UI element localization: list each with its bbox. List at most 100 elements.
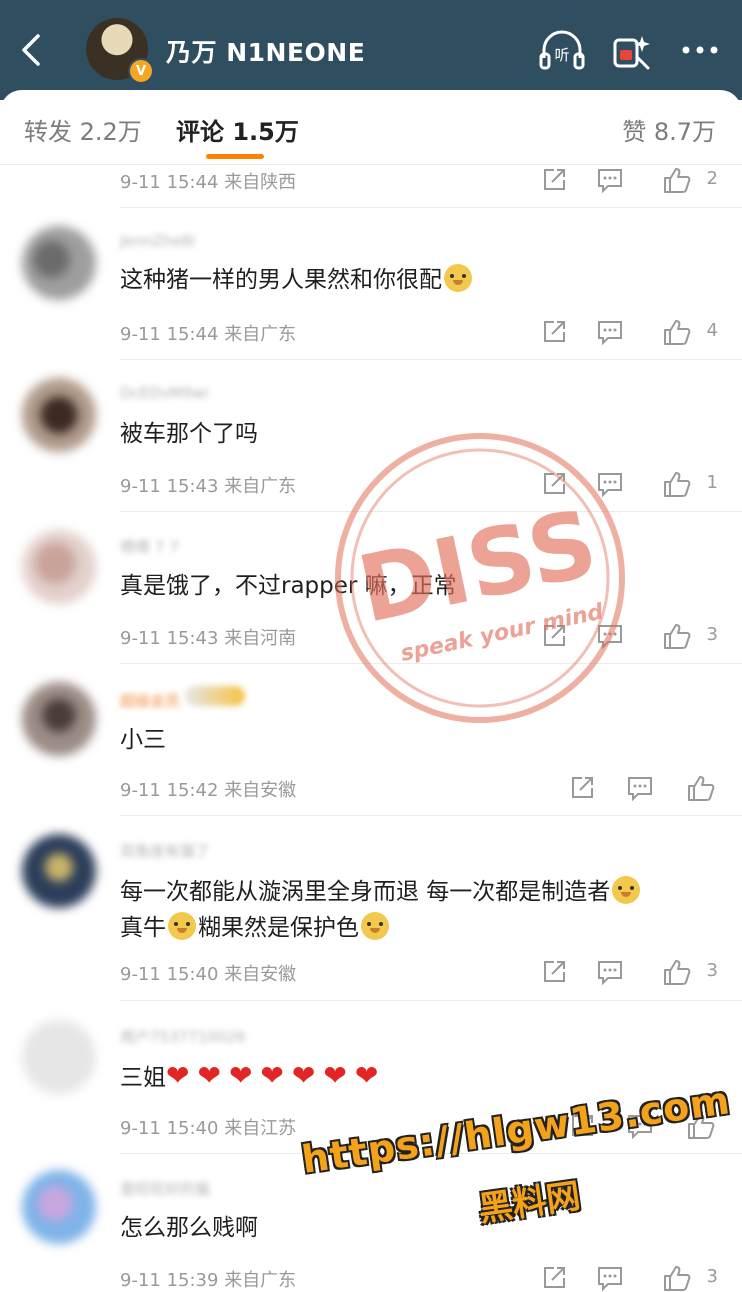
- listen-button[interactable]: 听: [538, 28, 586, 72]
- comment-time: 9-11 15:43: [120, 628, 219, 649]
- comment-text-content: 每一次都能从漩涡里全身而退 每一次都是制造者: [120, 879, 611, 905]
- comment-time: 9-11 15:40: [120, 1118, 219, 1139]
- comment-location: 来自江苏: [224, 1118, 297, 1139]
- verified-badge: V: [128, 58, 154, 84]
- avatar[interactable]: [22, 834, 96, 908]
- comment-location: 来自广东: [224, 476, 297, 497]
- comment-location: 来自陕西: [224, 172, 297, 193]
- comment-username[interactable]: 用户7537710026: [120, 1026, 245, 1047]
- comment-icon[interactable]: [596, 958, 624, 986]
- comment-actions: 2: [518, 166, 718, 194]
- share-icon[interactable]: [540, 166, 568, 194]
- doge-emoji-icon: [612, 876, 641, 904]
- comment-time: 9-11 15:44: [120, 172, 219, 193]
- share-icon[interactable]: [540, 1264, 568, 1292]
- profile-avatar[interactable]: V: [86, 18, 154, 84]
- comment-icon[interactable]: [596, 622, 624, 650]
- share-card-button[interactable]: [610, 28, 658, 72]
- doge-emoji-icon: [168, 912, 196, 940]
- heart-emoji-icon: ❤: [354, 1059, 379, 1092]
- avatar[interactable]: [22, 226, 96, 300]
- comment-username[interactable]: 是旺旺好的猫: [120, 1178, 210, 1199]
- comment-actions: 3: [518, 622, 718, 650]
- tab-comments[interactable]: 评论 1.5万: [176, 112, 299, 147]
- avatar[interactable]: [22, 682, 96, 756]
- comment-location: 来自安徽: [224, 780, 297, 801]
- avatar[interactable]: [22, 530, 96, 604]
- more-dots-icon: [682, 46, 718, 54]
- comment-actions: 3: [518, 958, 718, 986]
- comment-icon[interactable]: [626, 774, 654, 802]
- comment-icon[interactable]: [596, 318, 624, 346]
- share-icon[interactable]: [568, 774, 596, 802]
- divider: [120, 663, 742, 664]
- comment-meta: 9-11 15:44 来自陕西: [120, 168, 296, 194]
- divider: [120, 511, 742, 512]
- heart-emoji-icon: ❤: [228, 1059, 253, 1092]
- thumbs-up-icon[interactable]: [662, 622, 692, 650]
- doge-emoji-icon: [361, 912, 389, 940]
- like-count: 3: [706, 1266, 718, 1287]
- thumbs-up-icon[interactable]: [662, 958, 692, 986]
- heart-emoji-icon: ❤: [166, 1059, 190, 1092]
- share-icon[interactable]: [540, 470, 568, 498]
- comment-text-line: 每一次都能从漩涡里全身而退 每一次都是制造者: [120, 874, 720, 910]
- thumbs-up-icon[interactable]: [662, 1264, 692, 1292]
- thumbs-up-icon[interactable]: [662, 166, 692, 194]
- comment-actions: 4: [518, 318, 718, 346]
- comment-time: 9-11 15:42: [120, 780, 219, 801]
- comment-meta: 9-11 15:42 来自安徽: [120, 776, 296, 802]
- share-icon[interactable]: [540, 318, 568, 346]
- like-count: 4: [706, 320, 718, 341]
- comment-meta: 9-11 15:43 来自广东: [120, 472, 296, 498]
- comment-actions: 3: [518, 1264, 718, 1292]
- comment-text: 怎么那么贱啊: [120, 1215, 258, 1241]
- comment-username-text[interactable]: 超级会员: [120, 692, 180, 710]
- comment-actions: [536, 774, 716, 802]
- comment-username[interactable]: DcEDvM9wi: [120, 384, 209, 402]
- comment-text-content: 这种猪一样的男人果然和你很配: [120, 267, 442, 293]
- comment-text: 这种猪一样的男人果然和你很配: [120, 262, 720, 298]
- divider: [120, 359, 742, 360]
- page-title[interactable]: 乃万 N1NEONE: [166, 33, 365, 69]
- comment-username[interactable]: JennZhe8i: [120, 232, 195, 250]
- comment-text: 真是饿了，不过rapper 嘛，正常: [120, 573, 457, 599]
- thumbs-up-icon[interactable]: [686, 774, 716, 802]
- comment-meta: 9-11 15:39 来自广东: [120, 1266, 296, 1292]
- thumbs-up-icon[interactable]: [662, 318, 692, 346]
- share-icon[interactable]: [540, 958, 568, 986]
- heart-emoji-icon: ❤: [260, 1059, 284, 1092]
- comment-icon[interactable]: [596, 1264, 624, 1292]
- avatar[interactable]: [22, 1170, 96, 1244]
- tab-reposts[interactable]: 转发 2.2万: [24, 112, 142, 147]
- tab-likes[interactable]: 赞 8.7万: [622, 112, 716, 147]
- comment-username[interactable]: 双鱼座有猫了: [120, 840, 210, 861]
- comment-actions: 1: [518, 470, 718, 498]
- comment-time: 9-11 15:39: [120, 1270, 219, 1291]
- avatar[interactable]: [22, 378, 96, 452]
- comment-username[interactable]: 超级会员: [120, 686, 245, 711]
- heart-emoji-icon: ❤: [291, 1059, 316, 1092]
- comment-location: 来自广东: [224, 324, 297, 345]
- like-count: 3: [706, 624, 718, 645]
- divider: [120, 1000, 742, 1001]
- comment-location: 来自河南: [224, 628, 297, 649]
- like-count: 3: [706, 960, 718, 981]
- like-count: 2: [706, 168, 718, 189]
- heart-emoji-icon: ❤: [323, 1059, 347, 1092]
- comment-meta: 9-11 15:40 来自安徽: [120, 960, 296, 986]
- tab-bar: 转发 2.2万 评论 1.5万 赞 8.7万: [0, 90, 742, 165]
- heart-emoji-icon: ❤: [197, 1059, 221, 1092]
- comment-username[interactable]: 嗯嗯 7 7: [120, 536, 179, 557]
- comment-meta: 9-11 15:43 来自河南: [120, 624, 296, 650]
- comment-icon[interactable]: [596, 166, 624, 194]
- avatar[interactable]: [22, 1020, 96, 1094]
- back-arrow-icon[interactable]: [14, 30, 50, 70]
- comment-icon[interactable]: [596, 470, 624, 498]
- comment-time: 9-11 15:44: [120, 324, 219, 345]
- more-button[interactable]: [676, 28, 724, 72]
- comment-time: 9-11 15:40: [120, 964, 219, 985]
- share-icon[interactable]: [540, 622, 568, 650]
- thumbs-up-icon[interactable]: [662, 470, 692, 498]
- divider: [120, 207, 742, 208]
